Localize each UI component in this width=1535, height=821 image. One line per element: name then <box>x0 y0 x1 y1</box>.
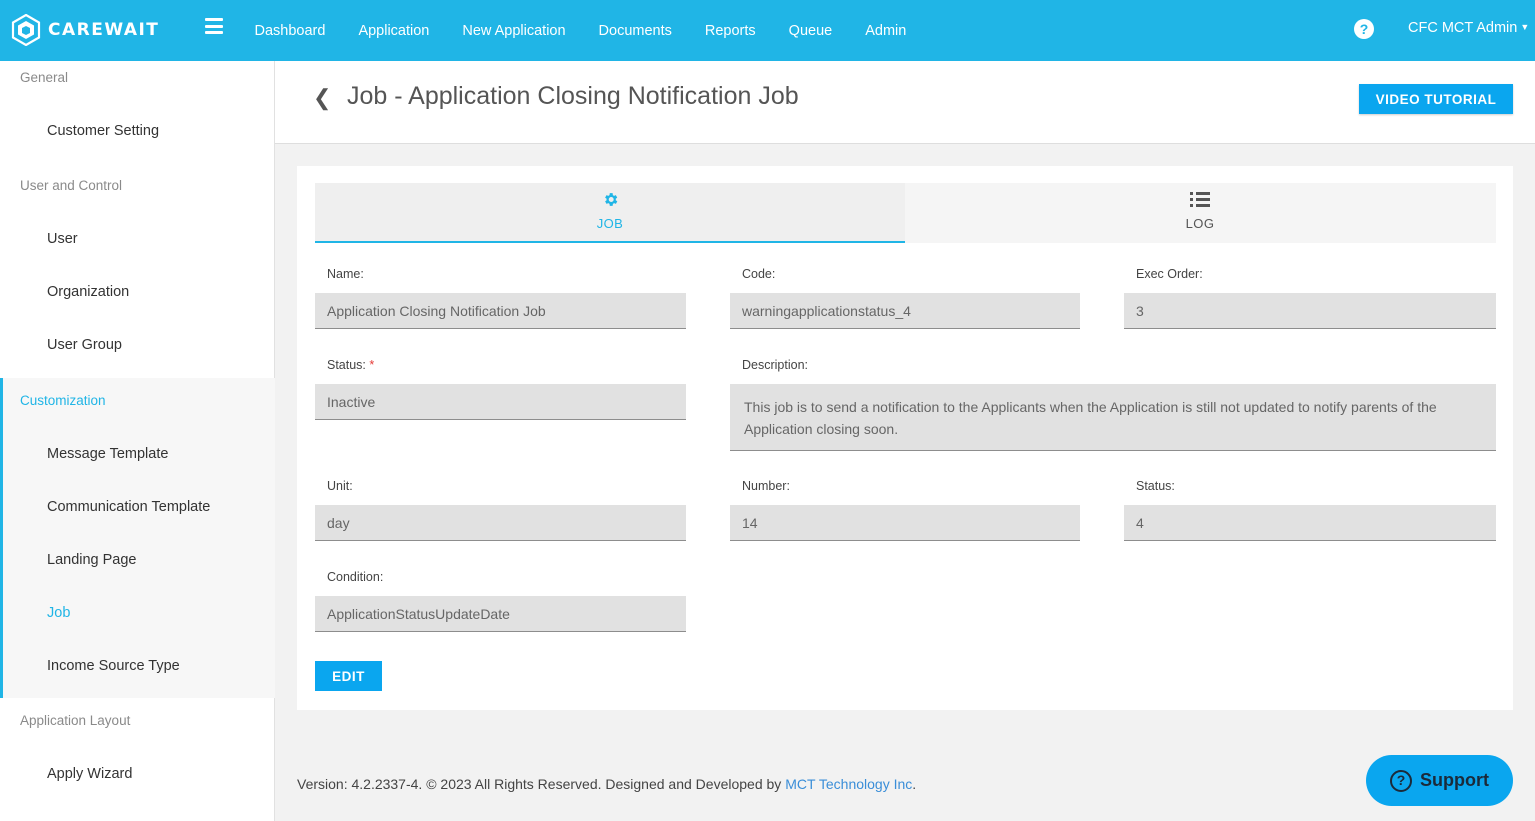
tab-log[interactable]: LOG <box>905 183 1495 243</box>
description-label: Description: <box>742 358 808 372</box>
tab-job-label: JOB <box>596 216 624 231</box>
nav-reports[interactable]: Reports <box>688 23 772 39</box>
sidebar-item-message-template[interactable]: Message Template <box>0 446 168 462</box>
tab-log-label: LOG <box>1185 216 1215 231</box>
unit-field[interactable]: day <box>315 505 686 541</box>
footer-text: Version: 4.2.2337-4. © 2023 All Rights R… <box>297 776 786 792</box>
sidebar-item-customer-setting[interactable]: Customer Setting <box>0 123 159 139</box>
menu-toggle-icon[interactable] <box>205 18 223 34</box>
sidebar-item-apply-wizard[interactable]: Apply Wizard <box>0 766 132 782</box>
brand-logo[interactable]: CAREWAIT <box>10 14 159 46</box>
sidebar-item-user-group[interactable]: User Group <box>0 337 122 353</box>
sidebar: General Customer Setting User and Contro… <box>0 61 275 821</box>
sidebar-item-income-source-type[interactable]: Income Source Type <box>0 658 180 674</box>
main-nav: Dashboard Application New Application Do… <box>238 0 923 61</box>
nav-admin[interactable]: Admin <box>849 23 923 39</box>
name-label: Name: <box>327 267 364 281</box>
status-field[interactable]: Inactive <box>315 384 686 420</box>
user-name: CFC MCT Admin <box>1408 20 1518 36</box>
sidebar-item-landing-page[interactable]: Landing Page <box>0 552 137 568</box>
tab-bar: JOB LOG <box>315 183 1496 243</box>
footer-end: . <box>912 776 917 792</box>
status-code-label: Status: <box>1136 479 1175 493</box>
footer-company-link[interactable]: MCT Technology Inc <box>785 776 912 792</box>
number-field[interactable]: 14 <box>730 505 1080 541</box>
sidebar-item-job[interactable]: Job <box>0 605 70 621</box>
exec-order-label: Exec Order: <box>1136 267 1203 281</box>
name-field[interactable]: Application Closing Notification Job <box>315 293 686 329</box>
caret-down-icon: ▼ <box>1520 22 1530 32</box>
help-icon[interactable]: ? <box>1354 19 1374 39</box>
code-field[interactable]: warningapplicationstatus_4 <box>730 293 1080 329</box>
condition-field[interactable]: ApplicationStatusUpdateDate <box>315 596 686 632</box>
sidebar-group-application-layout: Application Layout <box>20 713 131 728</box>
main-content: ❮ Job - Application Closing Notification… <box>275 61 1535 821</box>
nav-dashboard[interactable]: Dashboard <box>238 23 342 39</box>
sidebar-item-organization[interactable]: Organization <box>0 284 129 300</box>
sidebar-group-customization[interactable]: Customization <box>0 393 106 408</box>
sidebar-active-group <box>0 378 275 698</box>
support-button[interactable]: ? Support <box>1366 755 1513 806</box>
code-label: Code: <box>742 267 776 281</box>
user-menu[interactable]: CFC MCT Admin ▼ <box>1408 20 1529 36</box>
nav-documents[interactable]: Documents <box>582 23 688 39</box>
required-marker: * <box>369 358 375 372</box>
page-header: ❮ Job - Application Closing Notification… <box>275 61 1535 144</box>
exec-order-field[interactable]: 3 <box>1124 293 1496 329</box>
support-label: Support <box>1420 770 1489 790</box>
status-code-field[interactable]: 4 <box>1124 505 1496 541</box>
sidebar-group-general: General <box>20 70 69 85</box>
list-icon <box>905 191 1495 213</box>
job-card: JOB LOG Name: Application Closing Notifi… <box>297 166 1513 710</box>
number-label: Number: <box>742 479 790 493</box>
status-label: Status: * <box>327 358 375 372</box>
description-field[interactable]: This job is to send a notification to th… <box>730 384 1496 451</box>
footer: Version: 4.2.2337-4. © 2023 All Rights R… <box>297 776 916 792</box>
sidebar-item-communication-template[interactable]: Communication Template <box>0 499 210 515</box>
edit-button[interactable]: EDIT <box>315 661 382 691</box>
chevron-left-icon[interactable]: ❮ <box>313 85 331 111</box>
sidebar-group-user-control: User and Control <box>20 178 123 193</box>
sidebar-item-user[interactable]: User <box>0 231 78 247</box>
page-title: Job - Application Closing Notification J… <box>347 82 799 110</box>
question-circle-icon: ? <box>1390 769 1412 792</box>
gear-icon <box>315 191 905 213</box>
carewait-logo-icon <box>11 14 41 46</box>
video-tutorial-button[interactable]: VIDEO TUTORIAL <box>1359 84 1513 114</box>
tab-job[interactable]: JOB <box>315 183 905 243</box>
condition-label: Condition: <box>327 570 384 584</box>
brand-name: CAREWAIT <box>48 20 160 40</box>
nav-queue[interactable]: Queue <box>772 23 849 39</box>
top-navbar: CAREWAIT Dashboard Application New Appli… <box>0 0 1535 61</box>
unit-label: Unit: <box>327 479 353 493</box>
nav-application[interactable]: Application <box>342 23 446 39</box>
nav-new-application[interactable]: New Application <box>446 23 582 39</box>
